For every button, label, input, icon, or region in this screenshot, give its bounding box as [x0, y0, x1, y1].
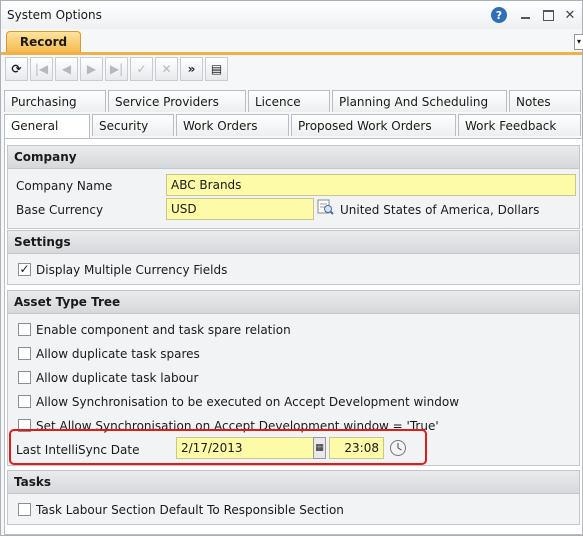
base-currency-label: Base Currency: [16, 203, 104, 217]
tab-notes[interactable]: Notes: [509, 90, 581, 112]
next-record-icon[interactable]: ▶: [80, 57, 103, 81]
display-multiple-currency-checkbox[interactable]: ✓: [18, 263, 31, 276]
system-options-window: System Options ? ✕ Record ▾ ⟳ |◀ ◀ ▶ ▶| …: [0, 0, 583, 536]
tab-dropdown-icon[interactable]: ▾: [574, 34, 583, 50]
tab-row-1: Purchasing Service Providers Licence Pla…: [4, 90, 581, 112]
tab-record[interactable]: Record: [6, 31, 81, 53]
allow-synchronisation-label: Allow Synchronisation to be executed on …: [36, 395, 460, 409]
tasks-section: Tasks Task Labour Section Default To Res…: [7, 470, 580, 525]
base-currency-description: United States of America, Dollars: [340, 203, 540, 217]
tab-security[interactable]: Security: [92, 114, 174, 136]
tab-row-2: General Security Work Orders Proposed Wo…: [4, 114, 581, 138]
company-section: Company Company Name ABC Brands Base Cur…: [7, 145, 580, 229]
allow-synchronisation-checkbox[interactable]: [18, 395, 31, 408]
enable-component-task-spare-checkbox[interactable]: [18, 323, 31, 336]
maximize-icon[interactable]: [540, 7, 556, 23]
window-title: System Options: [7, 8, 102, 22]
title-bar: System Options ? ✕: [1, 1, 582, 29]
display-multiple-currency-label: Display Multiple Currency Fields: [36, 263, 228, 277]
minimize-icon[interactable]: [517, 7, 533, 23]
settings-section-header: Settings: [8, 231, 579, 254]
tab-planning-and-scheduling[interactable]: Planning And Scheduling: [332, 90, 507, 112]
asset-type-tree-section-header: Asset Type Tree: [8, 291, 579, 314]
highlight-box: [9, 429, 427, 465]
first-record-icon[interactable]: |◀: [30, 57, 53, 81]
save-check-icon[interactable]: ✓: [130, 57, 153, 81]
company-name-label: Company Name: [16, 179, 113, 193]
previous-record-icon[interactable]: ◀: [55, 57, 78, 81]
allow-duplicate-task-labour-label: Allow duplicate task labour: [36, 371, 199, 385]
task-labour-section-checkbox[interactable]: [18, 503, 31, 516]
allow-duplicate-task-spares-checkbox[interactable]: [18, 347, 31, 360]
refresh-icon[interactable]: ⟳: [5, 57, 28, 81]
cancel-x-icon[interactable]: ✕: [155, 57, 178, 81]
allow-duplicate-task-spares-label: Allow duplicate task spares: [36, 347, 200, 361]
allow-duplicate-task-labour-checkbox[interactable]: [18, 371, 31, 384]
company-name-field[interactable]: ABC Brands: [166, 174, 576, 196]
record-toolbar: ⟳ |◀ ◀ ▶ ▶| ✓ ✕ » ▤: [5, 57, 230, 81]
tab-licence[interactable]: Licence: [248, 90, 330, 112]
lookup-icon[interactable]: [317, 199, 334, 216]
base-currency-field[interactable]: USD: [166, 198, 314, 220]
company-section-header: Company: [8, 146, 579, 169]
tab-service-providers[interactable]: Service Providers: [108, 90, 246, 112]
close-icon[interactable]: ✕: [562, 7, 578, 23]
tasks-section-header: Tasks: [8, 471, 579, 494]
tab-work-orders[interactable]: Work Orders: [176, 114, 289, 136]
document-list-icon[interactable]: ▤: [205, 57, 228, 81]
tab-general[interactable]: General: [4, 114, 90, 138]
last-record-icon[interactable]: ▶|: [105, 57, 128, 81]
task-labour-section-label: Task Labour Section Default To Responsib…: [36, 503, 344, 517]
help-icon[interactable]: ?: [491, 7, 507, 23]
enable-component-task-spare-label: Enable component and task spare relation: [36, 323, 291, 337]
tab-proposed-work-orders[interactable]: Proposed Work Orders: [291, 114, 456, 136]
settings-section: Settings ✓ Display Multiple Currency Fie…: [7, 230, 580, 285]
record-tab-underline: [1, 52, 582, 55]
tab-purchasing[interactable]: Purchasing: [4, 90, 106, 112]
more-actions-icon[interactable]: »: [180, 57, 203, 81]
tab-work-feedback[interactable]: Work Feedback: [458, 114, 581, 136]
